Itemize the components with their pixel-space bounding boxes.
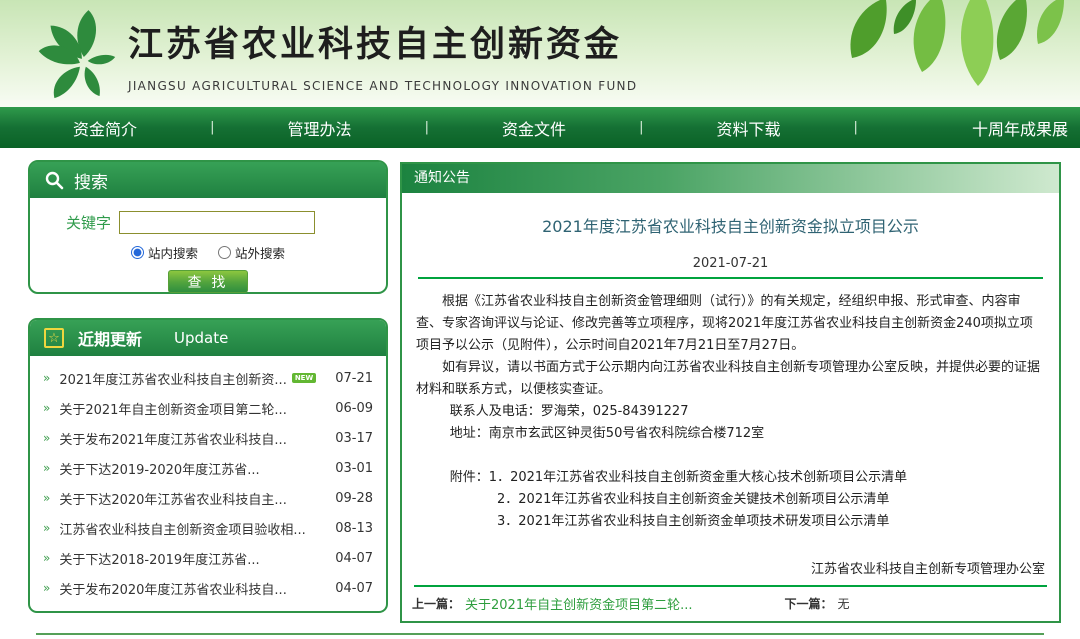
chevron-bullet-icon: » <box>43 431 50 445</box>
recent-updates-title: 近期更新 <box>78 326 142 350</box>
radio-offsite-label: 站外搜索 <box>235 243 285 262</box>
recent-updates-subtitle: Update <box>174 329 228 347</box>
update-list-item[interactable]: » 关于下达2020年江苏省农业科技自主... 09-28 <box>43 483 373 513</box>
page: 江苏省农业科技自主创新资金 JIANGSU AGRICULTURAL SCIEN… <box>0 0 1080 639</box>
attachment-line-2: 2．2021年江苏省农业科技自主创新资金关键技术创新项目公示清单 <box>416 489 1045 511</box>
notice-panel: 通知公告 2021年度江苏省农业科技自主创新资金拟立项目公示 2021-07-2… <box>400 162 1061 623</box>
update-list-item[interactable]: » 江苏省农业科技自主创新资金项目验收相... 08-13 <box>43 513 373 543</box>
update-list-item[interactable]: » 关于2021年自主创新资金项目第二轮... 06-09 <box>43 393 373 423</box>
page-bottom-divider <box>36 633 1044 635</box>
update-item-date: 03-01 <box>335 461 373 476</box>
update-item-title[interactable]: 关于下达2018-2019年度江苏省... <box>59 549 259 568</box>
search-submit-button[interactable]: 查 找 <box>168 270 248 293</box>
nav-item-anniversary[interactable]: 十周年成果展 <box>858 116 1080 140</box>
radio-offsite-input[interactable] <box>218 246 231 259</box>
update-list-item[interactable]: » 关于下达2018-2019年度江苏省... 04-07 <box>43 543 373 573</box>
notice-panel-header: 通知公告 <box>402 164 1059 193</box>
update-item-title[interactable]: 关于发布2021年度江苏省农业科技自... <box>59 429 286 448</box>
keyword-label: 关键字 <box>66 212 111 233</box>
prev-article-link[interactable]: 关于2021年自主创新资金项目第二轮... <box>465 594 692 613</box>
article-pagination: 上一篇： 关于2021年自主创新资金项目第二轮... 下一篇： 无 <box>402 585 1059 621</box>
update-list: » 2021年度江苏省农业科技自主创新资... NEW 07-21 » 关于20… <box>30 363 386 603</box>
update-item-date: 09-28 <box>335 491 373 506</box>
site-header: 江苏省农业科技自主创新资金 JIANGSU AGRICULTURAL SCIEN… <box>0 0 1080 107</box>
attachment-line-3: 3．2021年江苏省农业科技自主创新资金单项技术研发项目公示清单 <box>416 511 1045 533</box>
update-item-date: 06-09 <box>335 401 373 416</box>
nav-item-management[interactable]: 管理办法 <box>214 116 424 140</box>
update-item-title[interactable]: 关于2021年自主创新资金项目第二轮... <box>59 399 286 418</box>
chevron-bullet-icon: » <box>43 581 50 595</box>
contact-line: 联系人及电话：罗海荣，025-84391227 <box>416 401 1045 423</box>
signature-organization: 江苏省农业科技自主创新专项管理办公室 <box>416 559 1045 581</box>
chevron-bullet-icon: » <box>43 551 50 565</box>
update-list-item[interactable]: » 关于下达2019-2020年度江苏省... 03-01 <box>43 453 373 483</box>
search-box: 搜索 关键字 站内搜索 站外搜索 查 找 <box>28 160 388 294</box>
prev-article-label: 上一篇： <box>412 595 460 612</box>
update-list-item[interactable]: » 2021年度江苏省农业科技自主创新资... NEW 07-21 <box>43 363 373 393</box>
decorative-leaves-icon <box>820 0 1080 100</box>
recent-updates-header: ☆ 近期更新 Update <box>30 320 386 356</box>
site-subtitle: JIANGSU AGRICULTURAL SCIENCE AND TECHNOL… <box>128 79 637 93</box>
article-date: 2021-07-21 <box>416 256 1045 271</box>
search-box-header: 搜索 <box>30 162 386 198</box>
update-item-title[interactable]: 关于下达2019-2020年度江苏省... <box>59 459 259 478</box>
article-divider <box>418 277 1043 279</box>
radio-offsite-search[interactable]: 站外搜索 <box>218 243 285 262</box>
nav-item-fund-documents[interactable]: 资金文件 <box>429 116 639 140</box>
update-item-date: 07-21 <box>335 371 373 386</box>
article-title: 2021年度江苏省农业科技自主创新资金拟立项目公示 <box>416 213 1045 237</box>
nav-item-fund-intro[interactable]: 资金简介 <box>0 116 210 140</box>
next-article-label: 下一篇： <box>785 595 833 612</box>
keyword-input[interactable] <box>119 211 315 234</box>
update-item-date: 08-13 <box>335 521 373 536</box>
next-article-value: 无 <box>838 595 850 612</box>
radio-onsite-input[interactable] <box>131 246 144 259</box>
chevron-bullet-icon: » <box>43 371 50 385</box>
update-list-item[interactable]: » 关于发布2021年度江苏省农业科技自... 03-17 <box>43 423 373 453</box>
new-badge: NEW <box>292 373 316 383</box>
attachment-line-1: 附件：1．2021年江苏省农业科技自主创新资金重大核心技术创新项目公示清单 <box>416 467 1045 489</box>
announcement-article: 2021年度江苏省农业科技自主创新资金拟立项目公示 2021-07-21 根据《… <box>402 193 1059 585</box>
chevron-bullet-icon: » <box>43 401 50 415</box>
site-logo-leaf-icon <box>26 6 126 104</box>
chevron-bullet-icon: » <box>43 521 50 535</box>
update-item-title[interactable]: 关于下达2020年江苏省农业科技自主... <box>59 489 286 508</box>
article-paragraph: 如有异议，请以书面方式于公示期内向江苏省农业科技自主创新专项管理办公室反映，并提… <box>416 357 1045 401</box>
update-list-item[interactable]: » 关于发布2020年度江苏省农业科技自... 04-07 <box>43 573 373 603</box>
footer-divider <box>414 585 1047 587</box>
update-item-title[interactable]: 江苏省农业科技自主创新资金项目验收相... <box>59 519 305 538</box>
recent-updates-box: ☆ 近期更新 Update » 2021年度江苏省农业科技自主创新资... NE… <box>28 318 388 613</box>
update-item-date: 04-07 <box>335 581 373 596</box>
radio-onsite-label: 站内搜索 <box>148 243 198 262</box>
address-line: 地址：南京市玄武区钟灵街50号省农科院综合楼712室 <box>416 423 1045 445</box>
update-item-title[interactable]: 2021年度江苏省农业科技自主创新资... <box>59 369 286 388</box>
search-icon <box>44 170 64 190</box>
site-title: 江苏省农业科技自主创新资金 <box>128 16 637 67</box>
nav-item-downloads[interactable]: 资料下载 <box>643 116 853 140</box>
star-icon: ☆ <box>44 328 64 348</box>
update-item-date: 04-07 <box>335 551 373 566</box>
main-nav: 资金简介 | 管理办法 | 资金文件 | 资料下载 | 十周年成果展 <box>0 107 1080 148</box>
article-paragraph: 根据《江苏省农业科技自主创新资金管理细则（试行）》的有关规定，经组织申报、形式审… <box>416 291 1045 357</box>
update-item-title[interactable]: 关于发布2020年度江苏省农业科技自... <box>59 579 286 598</box>
chevron-bullet-icon: » <box>43 491 50 505</box>
update-item-date: 03-17 <box>335 431 373 446</box>
search-box-title: 搜索 <box>74 168 108 193</box>
chevron-bullet-icon: » <box>43 461 50 475</box>
radio-onsite-search[interactable]: 站内搜索 <box>131 243 198 262</box>
